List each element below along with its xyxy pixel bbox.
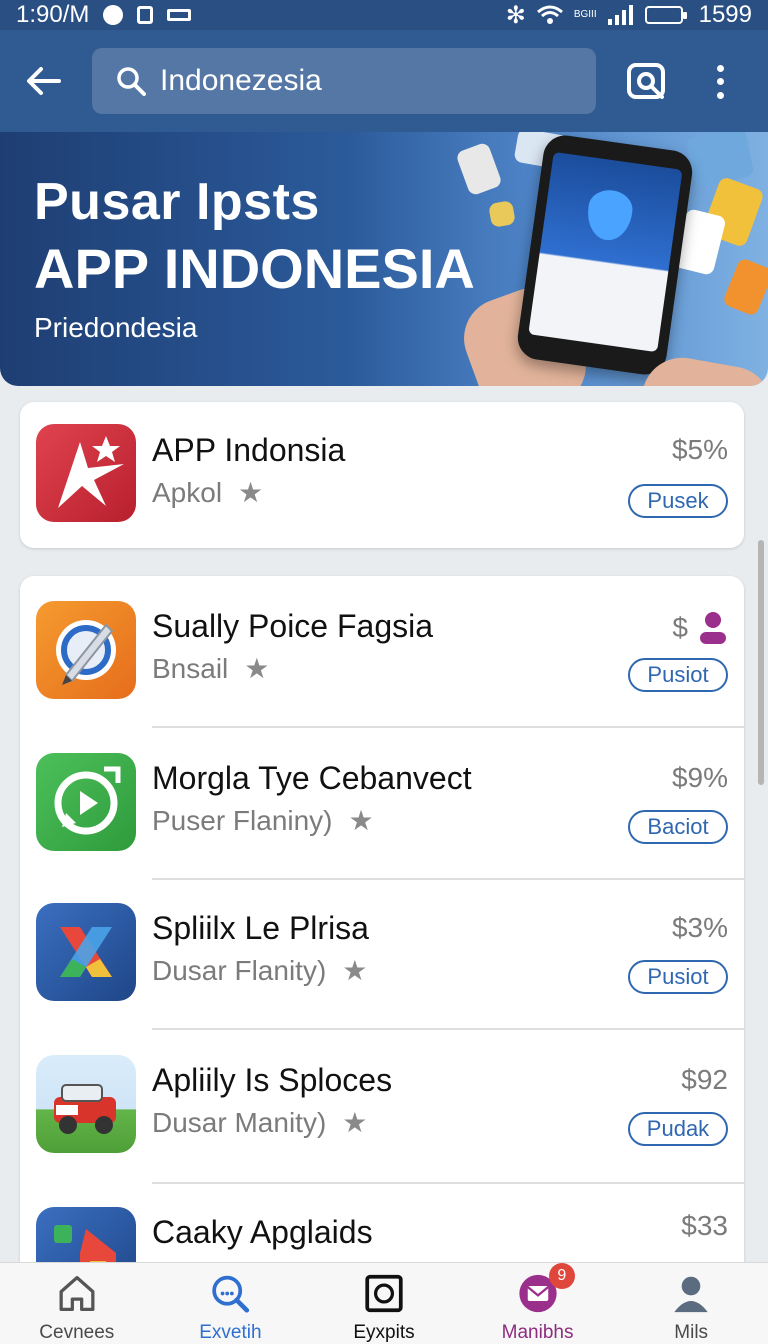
app-tile-decoration (721, 257, 768, 317)
app-name: Spliilx Le Plrisa (152, 910, 369, 946)
app-name: Apliily Is Sploces (152, 1062, 393, 1098)
app-action-button[interactable]: Pusiot (628, 960, 728, 994)
developer-label: Dusar Manity) (152, 1106, 327, 1138)
nav-label: Cevnees (39, 1322, 115, 1343)
app-action-button[interactable]: Baciot (628, 810, 728, 844)
developer-label: Apkol (152, 476, 223, 508)
star-icon: ★ (238, 477, 264, 508)
featured-app-card: APP Indonsia Apkol ★ $5% Pusek (20, 402, 744, 548)
status-bar: 1:90/M ✻ BGIII 1599 (0, 0, 768, 30)
app-price: $3% (671, 912, 728, 943)
developer-label: Bnsail (152, 652, 229, 684)
star-icon: ★ (348, 805, 374, 836)
lock-icon (137, 6, 154, 24)
battery-icon (644, 6, 687, 24)
app-name: APP Indonsia (152, 432, 346, 468)
app-price: $92 (681, 1064, 728, 1095)
app-tile-decoration (455, 141, 503, 197)
app-row[interactable]: Morgla Tye Cebanvect Puser Flaniny) ★ $9… (20, 728, 744, 878)
car-icon (36, 1055, 136, 1153)
compass-pen-icon (36, 601, 136, 699)
app-subtitle: Dusar Manity) ★ (152, 1106, 367, 1139)
dot-icon (716, 78, 724, 86)
app-row[interactable]: Sually Poice Fagsia Bnsail ★ $ Pusiot (20, 576, 744, 726)
banner-title: Pusar Ipsts (34, 173, 320, 231)
dot-icon (716, 91, 724, 99)
app-price: $9% (671, 762, 728, 793)
square-icon (365, 1274, 403, 1313)
more-options-button[interactable] (704, 58, 736, 106)
cast-icon (167, 9, 192, 21)
search-icon (212, 1275, 250, 1313)
notification-icon (103, 5, 124, 25)
nav-label: Exvetih (199, 1322, 262, 1343)
nav-item-mail[interactable]: 9 Manibhs (461, 1263, 615, 1344)
nav-item-search[interactable]: Exvetih (154, 1263, 308, 1344)
app-tile-decoration (488, 200, 516, 228)
app-action-button[interactable]: Pusiot (628, 658, 728, 692)
app-name: Morgla Tye Cebanvect (152, 760, 472, 796)
app-action-button[interactable]: Pusek (628, 484, 728, 518)
search-input[interactable] (160, 64, 580, 98)
nav-item-apps[interactable]: Eyxpits (307, 1263, 461, 1344)
search-icon (117, 67, 146, 96)
x-logo-icon (36, 903, 136, 1001)
banner-subtitle: Priedondesia (34, 312, 198, 343)
app-subtitle: Dusar Flanity) ★ (152, 954, 367, 987)
bluetooth-icon: ✻ (505, 1, 526, 29)
dot-icon (716, 65, 724, 73)
app-bar (0, 30, 768, 132)
app-price: $5% (671, 434, 728, 465)
scrollbar[interactable] (758, 540, 764, 785)
bottom-navigation: Cevnees Exvetih Eyxpits 9 Manibhs Mils (0, 1262, 768, 1344)
battery-level: 1599 (698, 1, 752, 28)
notification-badge: 9 (548, 1263, 575, 1289)
network-type-label: BGIII (573, 9, 597, 20)
nav-label: Manibhs (501, 1322, 574, 1343)
app-subtitle: Bnsail ★ (152, 652, 269, 685)
app-row[interactable]: Apliily Is Sploces Dusar Manity) ★ $92 P… (20, 1030, 744, 1180)
signal-icon (607, 5, 633, 25)
nav-item-profile[interactable]: Mils (614, 1263, 768, 1344)
arrow-left-icon (27, 67, 61, 95)
back-button[interactable] (20, 58, 66, 104)
star-icon: ★ (342, 955, 368, 986)
play-chat-icon (36, 753, 136, 851)
app-price: $ (672, 610, 728, 646)
home-icon (59, 1276, 95, 1311)
nav-label: Eyxpits (353, 1322, 415, 1343)
app-name: Sually Poice Fagsia (152, 608, 434, 644)
app-subtitle: Puser Flaniny) ★ (152, 804, 374, 837)
app-row-featured[interactable]: APP Indonsia Apkol ★ $5% Pusek (20, 402, 744, 548)
camera-search-icon (627, 63, 665, 99)
app-name: Caaky Apglaids (152, 1214, 373, 1250)
app-list-card: Sually Poice Fagsia Bnsail ★ $ Pusiot Mo… (20, 576, 744, 1276)
star-arrow-icon (36, 424, 136, 522)
wifi-icon (536, 5, 563, 24)
star-icon: ★ (342, 1107, 368, 1138)
promo-banner[interactable]: Pusar Ipsts APP INDONESIA Priedondesia (0, 132, 768, 386)
person-icon (700, 612, 726, 644)
app-action-button[interactable]: Pudak (628, 1112, 728, 1146)
shield-icon (584, 187, 635, 244)
app-price: $33 (681, 1210, 728, 1241)
status-time: 1:90/M (16, 1, 90, 28)
app-row[interactable]: Spliilx Le Plrisa Dusar Flanity) ★ $3% P… (20, 878, 744, 1028)
developer-label: Dusar Flanity) (152, 954, 327, 986)
phone-illustration (515, 132, 695, 378)
star-icon: ★ (244, 653, 270, 684)
nav-label: Mils (674, 1322, 709, 1343)
search-bar[interactable] (92, 48, 596, 114)
banner-headline: APP INDONESIA (34, 237, 475, 300)
app-subtitle: Apkol ★ (152, 476, 263, 509)
person-icon (674, 1276, 708, 1313)
developer-label: Puser Flaniny) (152, 804, 333, 836)
nav-item-home[interactable]: Cevnees (0, 1263, 154, 1344)
visual-search-button[interactable] (626, 62, 668, 102)
